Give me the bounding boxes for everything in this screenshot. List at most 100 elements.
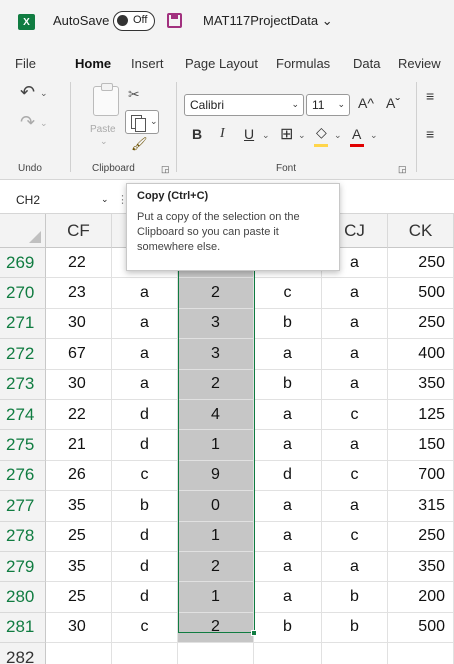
save-icon[interactable] (167, 13, 182, 28)
cell-ci-276[interactable]: d (254, 460, 322, 492)
row-header[interactable]: 272 (0, 339, 46, 370)
shrink-font-button[interactable]: Aˇ (386, 95, 400, 111)
name-box[interactable]: CH2 (16, 193, 40, 207)
cell-cj-270[interactable]: a (322, 278, 388, 309)
cell-cf-276[interactable]: 26 (46, 460, 112, 492)
row-header[interactable]: 278 (0, 521, 46, 552)
row-header[interactable]: 275 (0, 430, 46, 461)
cell-cf-270[interactable]: 23 (46, 278, 112, 309)
tab-review[interactable]: Review (398, 56, 441, 71)
cell-ci-275[interactable]: a (254, 430, 322, 461)
font-size-select[interactable]: 11 ⌄ (306, 94, 350, 116)
cell-ch-272[interactable]: 3 (178, 339, 254, 370)
format-painter-icon[interactable]: 🖌 (131, 136, 148, 152)
row-header[interactable]: 277 (0, 491, 46, 522)
cell-ci-271[interactable]: b (254, 308, 322, 340)
cell-ch-281[interactable]: 2 (178, 612, 254, 644)
italic-button[interactable]: I (220, 126, 225, 142)
row-header[interactable]: 271 (0, 308, 46, 340)
cell-ch-277[interactable]: 0 (178, 491, 254, 522)
chevron-down-icon[interactable]: ⌄ (370, 130, 378, 141)
cell-ci-270[interactable]: c (254, 278, 322, 309)
tab-data[interactable]: Data (353, 56, 380, 71)
cell-ci-274[interactable]: a (254, 400, 322, 431)
redo-dropdown-icon[interactable]: ⌄ (40, 118, 48, 129)
cell-cj-275[interactable]: a (322, 430, 388, 461)
cell-cg-281[interactable]: c (112, 612, 178, 644)
cell-ch-273[interactable]: 2 (178, 369, 254, 400)
align-left-icon[interactable]: ≡ (426, 126, 434, 142)
cell-cf-280[interactable]: 25 (46, 582, 112, 613)
cell-ci-273[interactable]: b (254, 369, 322, 400)
cell-cg-282[interactable] (112, 643, 178, 664)
cell-ck-275[interactable]: 150 (388, 430, 454, 461)
cell-cj-273[interactable]: a (322, 369, 388, 400)
cell-ci-282[interactable] (254, 643, 322, 664)
cell-cg-271[interactable]: a (112, 308, 178, 340)
chevron-down-icon[interactable]: ⌄ (334, 130, 342, 141)
paste-icon[interactable] (93, 83, 119, 116)
cell-ck-270[interactable]: 500 (388, 278, 454, 309)
fill-handle[interactable] (251, 630, 257, 636)
cell-ci-279[interactable]: a (254, 552, 322, 583)
cell-cg-277[interactable]: b (112, 491, 178, 522)
cell-ch-271[interactable]: 3 (178, 308, 254, 340)
grow-font-button[interactable]: A^ (358, 95, 374, 111)
cell-ci-278[interactable]: a (254, 521, 322, 552)
cell-cj-276[interactable]: c (322, 460, 388, 492)
tab-insert[interactable]: Insert (131, 56, 164, 71)
cell-cf-271[interactable]: 30 (46, 308, 112, 340)
chevron-down-icon[interactable]: ⌄ (298, 130, 306, 141)
cell-cf-269[interactable]: 22 (46, 248, 112, 279)
cell-ch-274[interactable]: 4 (178, 400, 254, 431)
cell-ck-276[interactable]: 700 (388, 460, 454, 492)
copy-button[interactable]: ⌄ (125, 110, 159, 134)
cell-ch-270[interactable]: 2 (178, 278, 254, 309)
undo-dropdown-icon[interactable]: ⌄ (40, 88, 48, 99)
redo-icon[interactable]: ↷ (20, 112, 35, 133)
row-header[interactable]: 270 (0, 278, 46, 309)
cell-cf-272[interactable]: 67 (46, 339, 112, 370)
font-color-icon[interactable]: A (352, 126, 361, 142)
cell-cj-282[interactable] (322, 643, 388, 664)
select-all-corner[interactable] (0, 214, 46, 248)
font-launcher-icon[interactable]: ◲ (398, 164, 407, 175)
row-header[interactable]: 273 (0, 369, 46, 400)
cell-ch-282[interactable] (178, 643, 254, 664)
cell-cg-275[interactable]: d (112, 430, 178, 461)
cell-ci-281[interactable]: b (254, 612, 322, 644)
cell-cj-280[interactable]: b (322, 582, 388, 613)
paste-label[interactable]: Paste (90, 124, 116, 135)
column-header[interactable]: CK (388, 214, 454, 248)
cell-cj-278[interactable]: c (322, 521, 388, 552)
row-header[interactable]: 281 (0, 612, 46, 644)
row-header[interactable]: 282 (0, 643, 46, 664)
tab-home[interactable]: Home (75, 56, 112, 77)
cell-cj-277[interactable]: a (322, 491, 388, 522)
cell-cj-274[interactable]: c (322, 400, 388, 431)
clipboard-launcher-icon[interactable]: ◲ (161, 164, 170, 175)
tab-file[interactable]: File (15, 56, 36, 71)
cell-cg-276[interactable]: c (112, 460, 178, 492)
cell-cg-270[interactable]: a (112, 278, 178, 309)
document-title[interactable]: MAT117ProjectData ⌄ (203, 13, 333, 29)
cell-cf-275[interactable]: 21 (46, 430, 112, 461)
row-header[interactable]: 276 (0, 460, 46, 492)
fill-color-icon[interactable]: ◇ (316, 124, 327, 141)
paste-dropdown-icon[interactable]: ⌄ (100, 136, 108, 147)
cell-cf-277[interactable]: 35 (46, 491, 112, 522)
tab-page-layout[interactable]: Page Layout (185, 56, 258, 71)
cell-ck-271[interactable]: 250 (388, 308, 454, 340)
cell-cj-279[interactable]: a (322, 552, 388, 583)
column-header[interactable]: CF (46, 214, 112, 248)
row-header[interactable]: 279 (0, 552, 46, 583)
chevron-down-icon[interactable]: ⌄ (262, 130, 270, 141)
cell-cf-282[interactable] (46, 643, 112, 664)
cell-ci-277[interactable]: a (254, 491, 322, 522)
bold-button[interactable]: B (192, 126, 202, 142)
cell-ci-280[interactable]: a (254, 582, 322, 613)
underline-button[interactable]: U (244, 126, 254, 142)
cell-ck-278[interactable]: 250 (388, 521, 454, 552)
font-name-select[interactable]: Calibri ⌄ (184, 94, 304, 116)
cell-cf-273[interactable]: 30 (46, 369, 112, 400)
